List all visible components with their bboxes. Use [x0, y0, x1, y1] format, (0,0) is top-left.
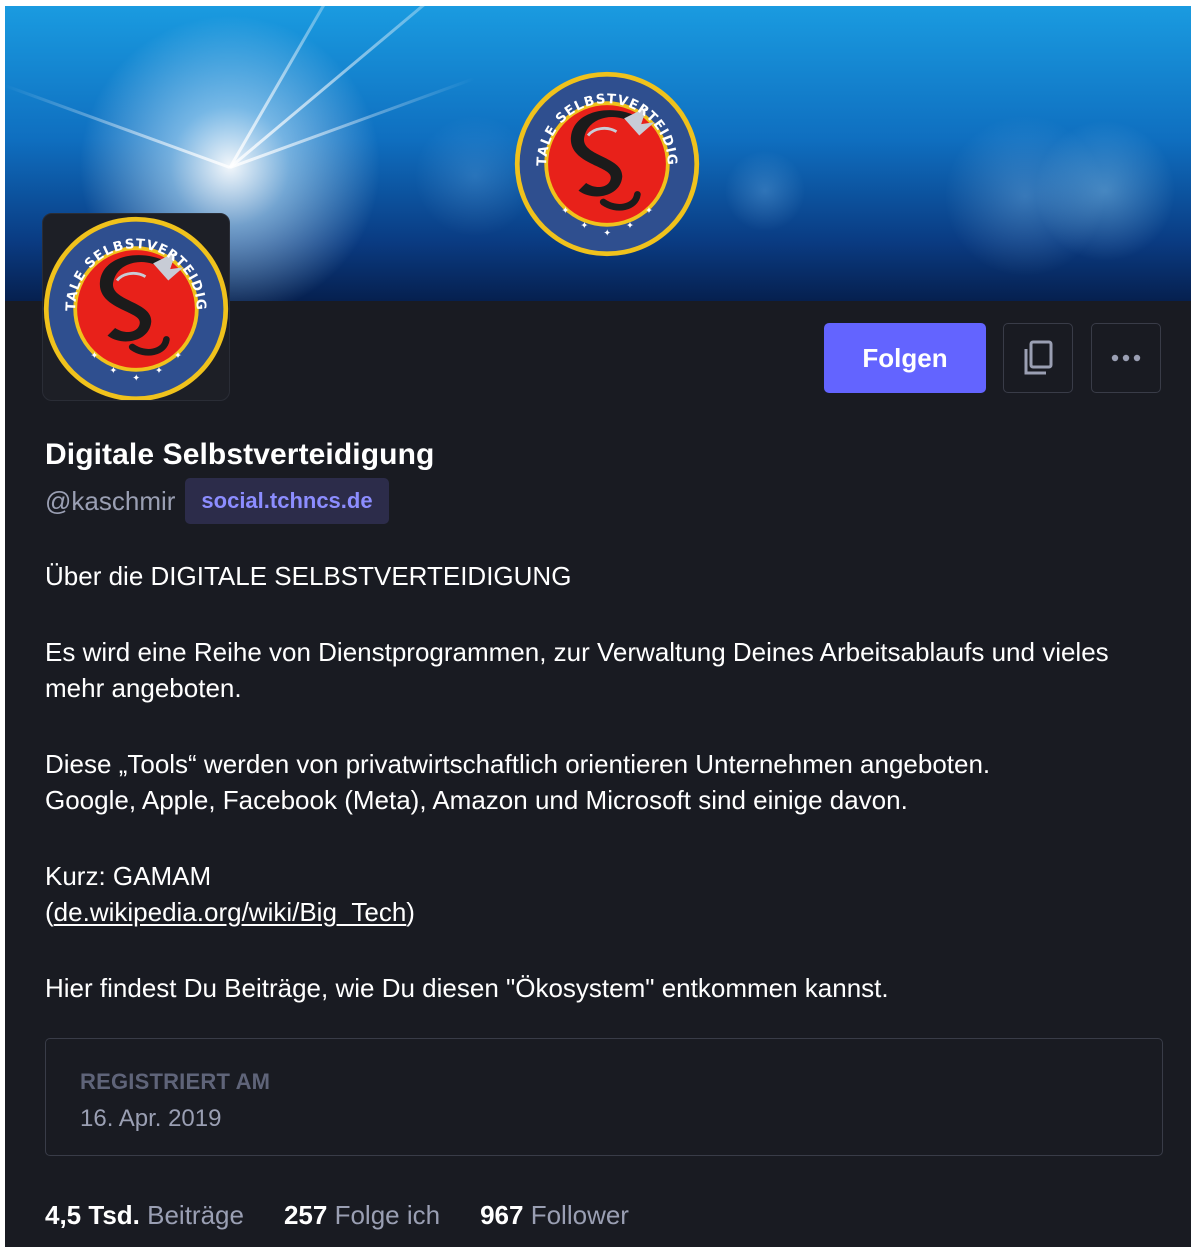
bio-line: Kurz: GAMAM — [45, 861, 212, 891]
copy-link-button[interactable] — [1003, 323, 1073, 393]
bio-paragraph: Hier findest Du Beiträge, wie Du diesen … — [45, 973, 889, 1003]
avatar-emblem-logo: DIGITALE SELBSTVERTEIDIGUNG — [43, 214, 230, 401]
posts-label: Beiträge — [147, 1200, 244, 1230]
profile-bio: Über die DIGITALE SELBSTVERTEIDIGUNG Es … — [45, 558, 1145, 1006]
bio-paren-close: ) — [406, 897, 415, 927]
posts-count: 4,5 Tsd. — [45, 1200, 140, 1230]
account-handle-row: @kaschmir social.tchncs.de — [45, 478, 389, 524]
bio-paren-open: ( — [45, 897, 54, 927]
light-ray — [5, 84, 231, 169]
stat-following[interactable]: 257 Folge ich — [284, 1200, 440, 1231]
copy-icon — [1024, 340, 1053, 375]
stat-followers[interactable]: 967 Follower — [480, 1200, 629, 1231]
bio-line: Google, Apple, Facebook (Meta), Amazon u… — [45, 785, 908, 815]
domain-badge[interactable]: social.tchncs.de — [185, 478, 389, 524]
more-horizontal-icon — [1111, 354, 1141, 362]
follow-button[interactable]: Folgen — [824, 323, 986, 393]
bio-paragraph: Diese „Tools“ werden von privatwirtschaf… — [45, 746, 1145, 818]
followers-count: 967 — [480, 1200, 524, 1230]
account-stats: 4,5 Tsd. Beiträge 257 Folge ich 967 Foll… — [45, 1200, 669, 1231]
following-count: 257 — [283, 1200, 328, 1230]
light-ray — [229, 77, 475, 169]
followers-label: Follower — [530, 1200, 629, 1230]
bio-paragraph: Über die DIGITALE SELBSTVERTEIDIGUNG — [45, 561, 572, 591]
handle: @kaschmir — [45, 485, 176, 516]
light-ray — [228, 6, 382, 169]
wikipedia-link[interactable]: de.wikipedia.org/wiki/Big_Tech — [54, 897, 407, 927]
joined-info-box: REGISTRIERT AM 16. Apr. 2019 — [45, 1038, 1163, 1156]
more-options-button[interactable] — [1091, 323, 1161, 393]
stat-posts[interactable]: 4,5 Tsd. Beiträge — [45, 1200, 244, 1231]
profile-card: DIGITALE SELBSTVERTEIDIGUNG DIGITALE SEL… — [5, 6, 1191, 1247]
joined-label: REGISTRIERT AM — [80, 1069, 271, 1094]
avatar[interactable]: DIGITALE SELBSTVERTEIDIGUNG — [42, 213, 230, 401]
bio-line: Diese „Tools“ werden von privatwirtschaf… — [45, 749, 991, 779]
following-label: Folge ich — [334, 1200, 441, 1230]
bio-paragraph: Es wird eine Reihe von Dienstprogrammen,… — [45, 637, 1109, 703]
bio-paragraph: Kurz: GAMAM (de.wikipedia.org/wiki/Big_T… — [45, 858, 1145, 930]
display-name: Digitale Selbstverteidigung — [45, 438, 435, 471]
header-emblem-logo: DIGITALE SELBSTVERTEIDIGUNG — [512, 69, 702, 259]
joined-date: 16. Apr. 2019 — [80, 1105, 222, 1132]
